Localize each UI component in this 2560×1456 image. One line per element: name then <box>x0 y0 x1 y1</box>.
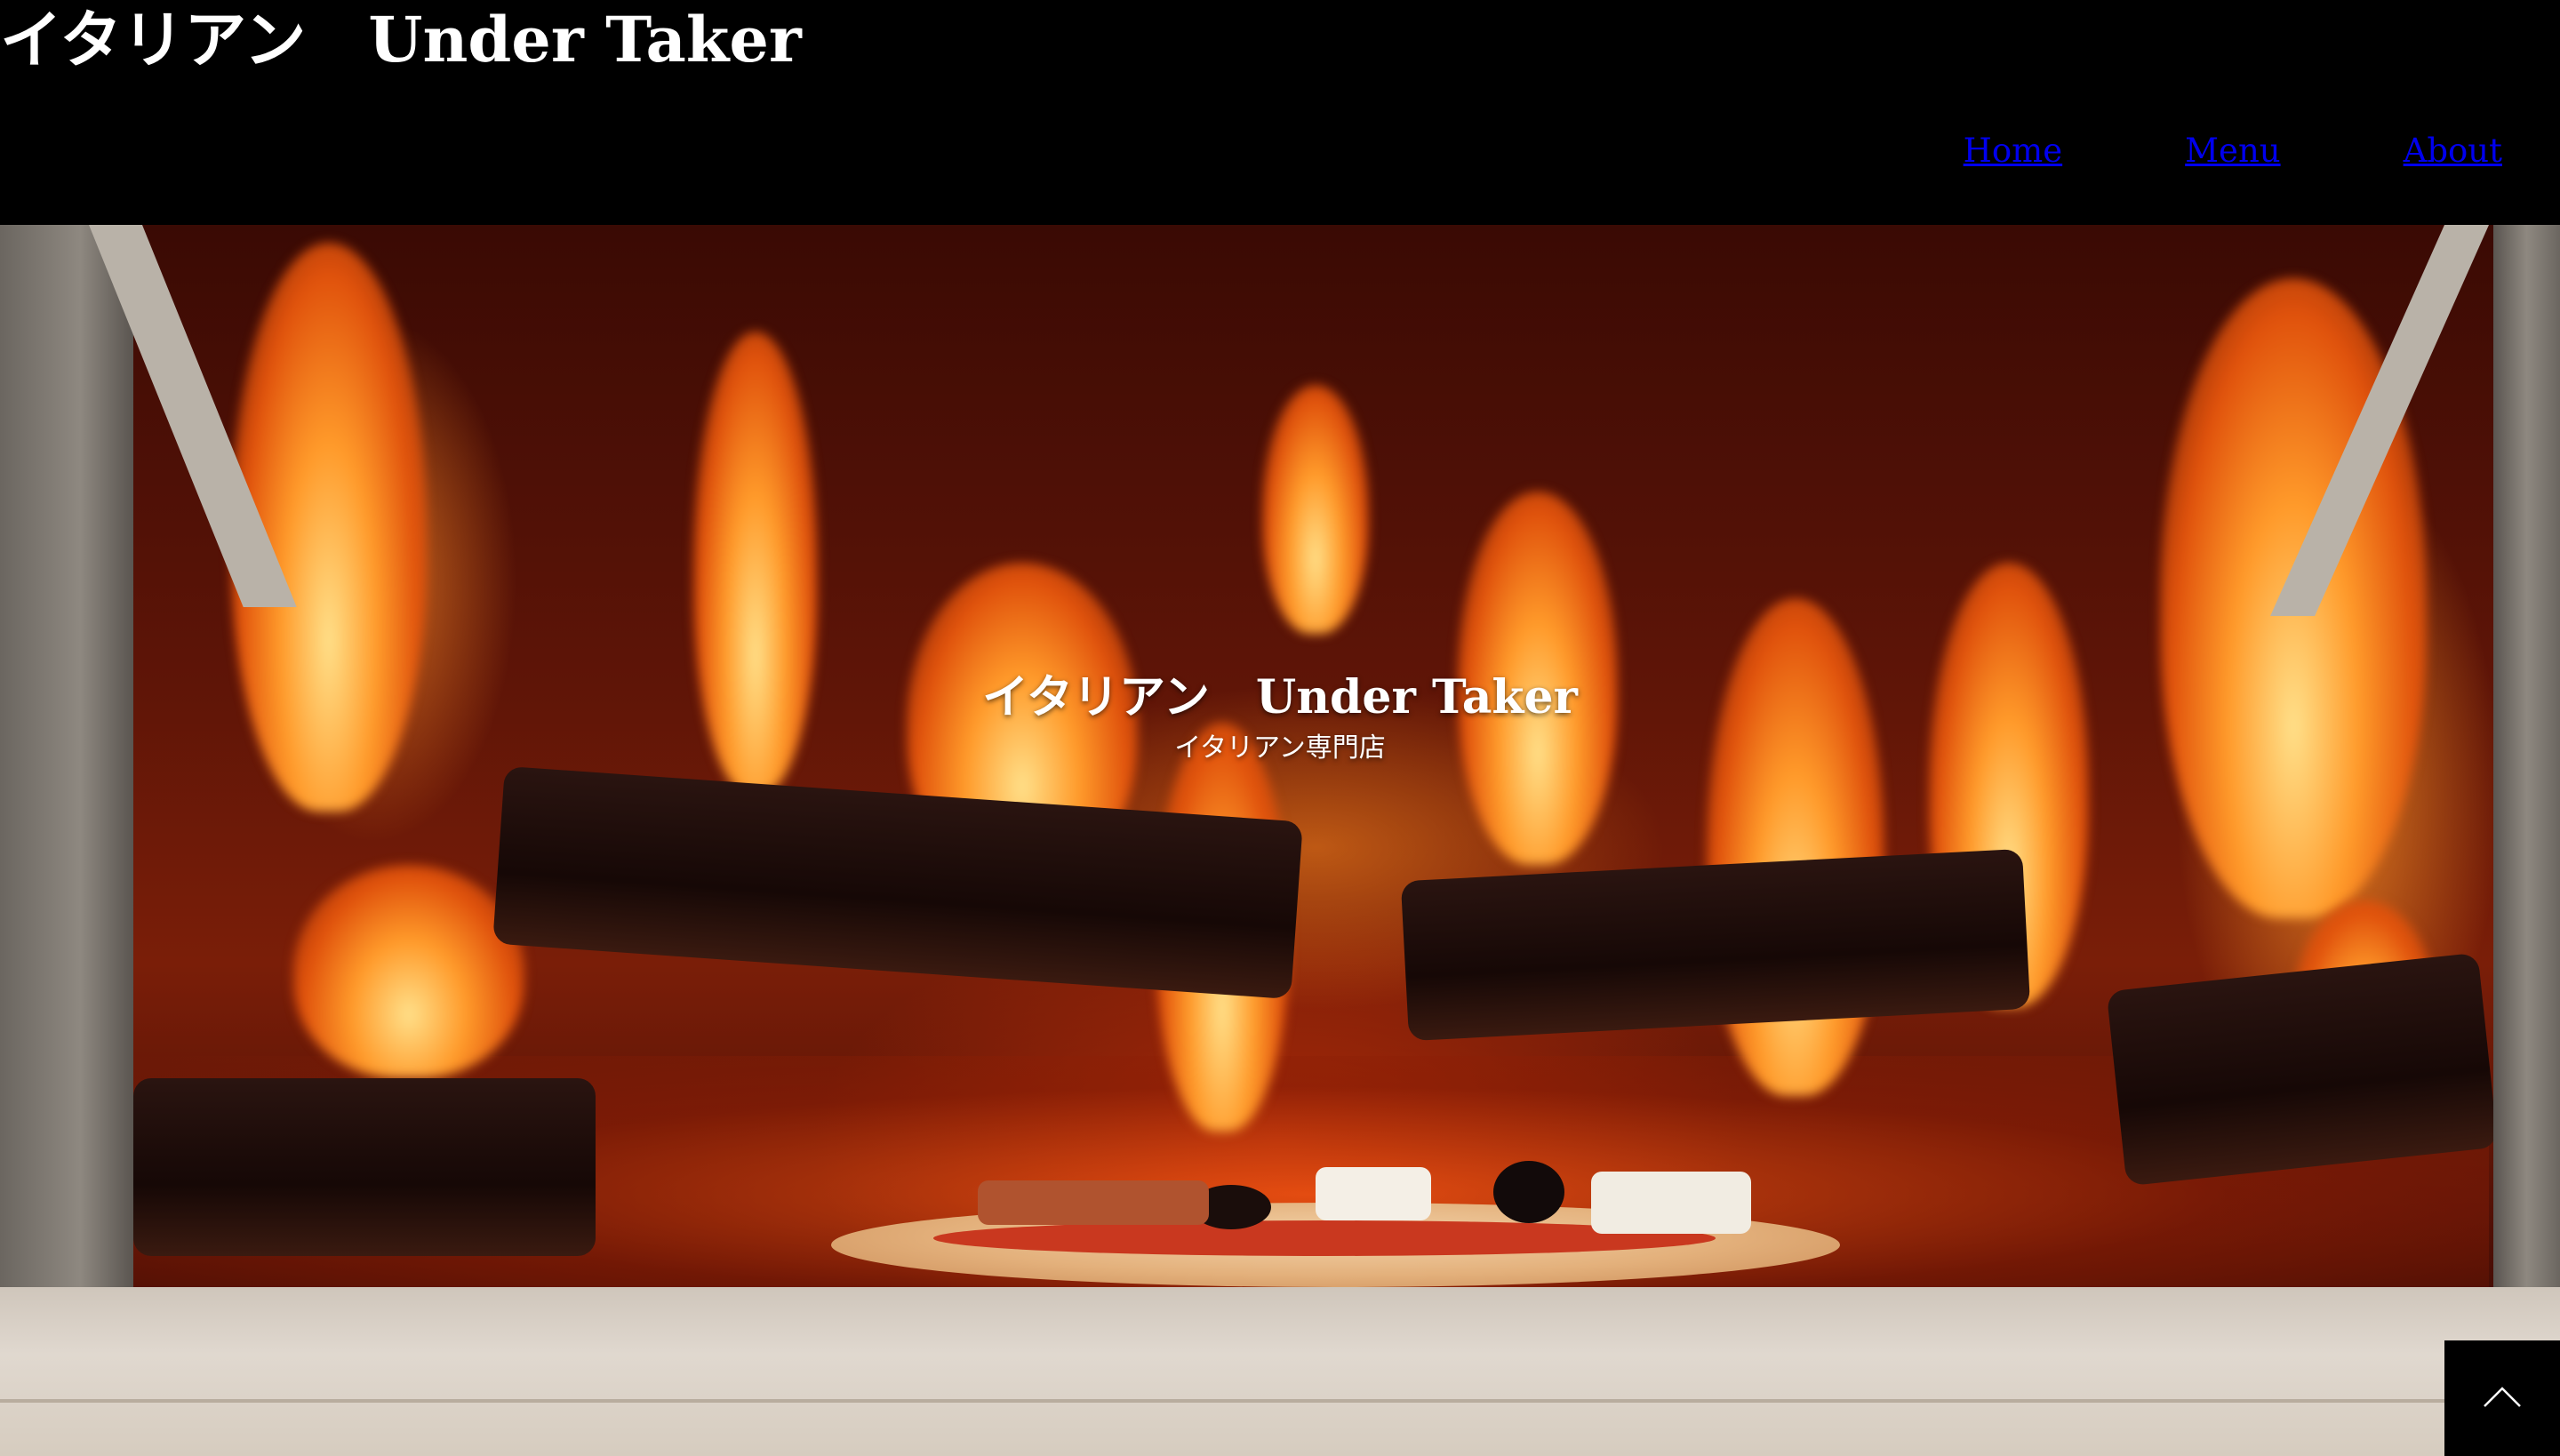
back-to-top-button[interactable] <box>2444 1340 2560 1456</box>
site-header: イタリアン Under Taker Home Menu About <box>0 0 2560 225</box>
nav-link-about[interactable]: About <box>2404 129 2502 173</box>
chevron-up-icon <box>2483 1385 2522 1412</box>
page: イタリアン Under Taker Home Menu About イタリアン … <box>0 0 2560 1456</box>
site-logo[interactable]: イタリアン Under Taker <box>0 0 802 80</box>
hero-subtitle: イタリアン専門店 <box>1174 732 1386 764</box>
hero-section: イタリアン Under Taker イタリアン専門店 <box>0 225 2560 1456</box>
hero-title: イタリアン Under Taker <box>982 670 1578 724</box>
hero-text: イタリアン Under Taker イタリアン専門店 <box>0 667 2560 768</box>
nav-link-menu[interactable]: Menu <box>2185 129 2280 173</box>
main-nav: Home Menu About <box>1964 129 2502 173</box>
nav-link-home[interactable]: Home <box>1964 129 2063 173</box>
